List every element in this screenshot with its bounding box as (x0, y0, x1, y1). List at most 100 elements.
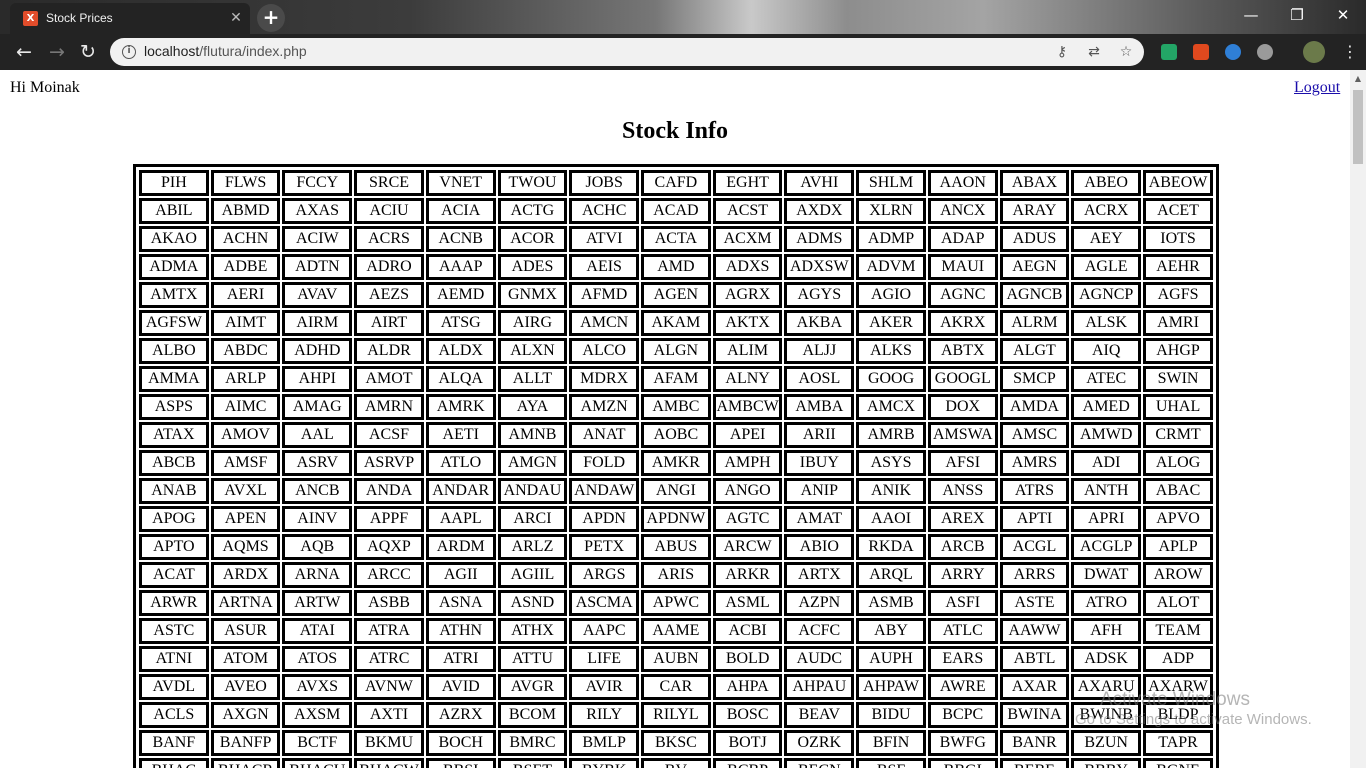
stock-row: ANAB AVXL ANCB ANDA ANDAR ANDAU ANDAW ANGI ANGO A… (139, 478, 1213, 504)
minimize-button[interactable]: — (1228, 0, 1274, 30)
stock-symbol-cell: ABDC (210, 338, 281, 364)
stock-symbol-cell: ACGLP (1071, 534, 1142, 560)
stock-symbol-cell: ATVI (569, 226, 640, 252)
stock-symbol-cell: AYA (497, 394, 568, 420)
stock-symbol-cell: AZRX (425, 702, 496, 728)
stock-symbol-cell: ARII (784, 422, 855, 448)
scroll-up-icon[interactable]: ▲ (1350, 72, 1366, 86)
stock-symbol-cell: AMMA (139, 366, 209, 392)
stock-symbol-cell: EARS (927, 646, 998, 672)
stock-symbol-cell: ASTE (999, 590, 1070, 616)
stock-symbol-cell: ARRS (999, 562, 1070, 588)
stock-symbol-cell: IOTS (1143, 226, 1213, 252)
profile-avatar[interactable] (1303, 41, 1325, 63)
stock-symbol-cell: AMRS (999, 450, 1070, 476)
stock-symbol-cell: AFSI (927, 450, 998, 476)
extension-globe-icon[interactable] (1225, 44, 1241, 60)
stock-symbol-cell: AQB (282, 534, 353, 560)
stock-symbol-cell: AVNW (354, 674, 424, 700)
stock-symbol-cell: AMCX (856, 394, 926, 420)
stock-symbol-cell: ARNA (282, 562, 353, 588)
restore-button[interactable]: ❐ (1274, 0, 1320, 30)
reload-button[interactable]: ↻ (74, 38, 102, 66)
xampp-favicon-icon: X (23, 11, 38, 26)
stock-row: APOG APEN AINV APPF AAPL ARCI APDN APDNW AGTC AMA… (139, 506, 1213, 532)
stock-symbol-cell: AHPI (282, 366, 353, 392)
stock-symbol-cell: ARLP (210, 366, 281, 392)
watermark-subtitle: Go to Settings to activate Windows. (1075, 711, 1312, 728)
stock-symbol-cell: ADSK (1071, 646, 1142, 672)
forward-button[interactable]: → (43, 38, 71, 66)
stock-symbol-cell: BKSC (641, 730, 711, 756)
stock-symbol-cell: APTI (999, 506, 1070, 532)
key-icon[interactable]: ⚷ (1052, 42, 1072, 62)
stock-symbol-cell: AHPA (712, 674, 783, 700)
stock-symbol-cell: AEIS (569, 254, 640, 280)
page-scrollbar[interactable]: ▲ (1350, 70, 1366, 768)
stock-symbol-cell: ARTW (282, 590, 353, 616)
new-tab-button[interactable]: + (257, 4, 285, 32)
stock-symbol-cell: ACGL (999, 534, 1070, 560)
stock-symbol-cell: ABTL (999, 646, 1070, 672)
extension-bulb-icon[interactable] (1257, 44, 1273, 60)
stock-symbol-cell: ALIM (712, 338, 783, 364)
stock-symbol-cell: BBSI (425, 758, 496, 768)
stock-symbol-cell: BMRC (497, 730, 568, 756)
stock-symbol-cell: AIMT (210, 310, 281, 336)
stock-symbol-cell: ASCMA (569, 590, 640, 616)
stock-symbol-cell: AKAM (641, 310, 711, 336)
stock-symbol-cell: BKMU (354, 730, 424, 756)
stock-symbol-cell: ATOM (210, 646, 281, 672)
stock-table-body: PIH FLWS FCCY SRCE VNET TWOU JOBS CAFD EGHT AVHI S… (139, 170, 1213, 768)
stock-symbol-cell: ARLZ (497, 534, 568, 560)
stock-symbol-cell: ANIP (784, 478, 855, 504)
info-icon[interactable]: i (122, 45, 136, 59)
stock-symbol-cell: ANSS (927, 478, 998, 504)
bookmark-star-icon[interactable]: ☆ (1116, 42, 1136, 62)
address-bar[interactable]: i localhost/flutura/index.php ⚷ ⇄ ☆ (110, 38, 1144, 66)
stock-symbol-cell: ALCO (569, 338, 640, 364)
stock-symbol-cell: AIRM (282, 310, 353, 336)
stock-row: ATAX AMOV AAL ACSF AETI AMNB ANAT AOBC APEI ARII A… (139, 422, 1213, 448)
url-text[interactable]: localhost/flutura/index.php (144, 43, 307, 59)
stock-symbol-cell: APDNW (641, 506, 711, 532)
stock-symbol-cell: ACIW (282, 226, 353, 252)
stock-symbol-cell: BBBY (1071, 758, 1142, 768)
stock-symbol-cell: ATOS (282, 646, 353, 672)
stock-symbol-cell: ALQA (425, 366, 496, 392)
stock-symbol-cell: ANDA (354, 478, 424, 504)
stock-symbol-cell: FOLD (569, 450, 640, 476)
browser-tab[interactable]: X Stock Prices ✕ (10, 3, 250, 34)
stock-symbol-cell: ATTU (497, 646, 568, 672)
stock-symbol-cell: AMRI (1143, 310, 1213, 336)
stock-symbol-cell: XLRN (856, 198, 926, 224)
stock-symbol-cell: ABY (856, 618, 926, 644)
stock-symbol-cell: SHLM (856, 170, 926, 196)
stock-row: ABIL ABMD AXAS ACIU ACIA ACTG ACHC ACAD ACST AXDX… (139, 198, 1213, 224)
stock-symbol-cell: ABMD (210, 198, 281, 224)
stock-symbol-cell: ANDAW (569, 478, 640, 504)
stock-row: AVDL AVEO AVXS AVNW AVID AVGR AVIR CAR AHPA AHPAU… (139, 674, 1213, 700)
stock-symbol-cell: AVID (425, 674, 496, 700)
stock-symbol-cell: APWC (641, 590, 711, 616)
stock-symbol-cell: ASNA (425, 590, 496, 616)
close-tab-icon[interactable]: ✕ (227, 9, 245, 27)
stock-symbol-cell: AXDX (784, 198, 855, 224)
stock-symbol-cell: BMLP (569, 730, 640, 756)
stock-symbol-cell: AAPC (569, 618, 640, 644)
menu-dots-icon[interactable]: ⋮ (1336, 38, 1364, 66)
logout-link[interactable]: Logout (1294, 79, 1340, 97)
stock-symbol-cell: ALJJ (784, 338, 855, 364)
back-button[interactable]: ← (10, 38, 38, 66)
stock-symbol-cell: AXAR (999, 674, 1070, 700)
stock-symbol-cell: BV (641, 758, 711, 768)
translate-icon[interactable]: ⇄ (1084, 42, 1104, 62)
stock-symbol-cell: ANGI (641, 478, 711, 504)
extension-office-icon[interactable] (1193, 44, 1209, 60)
scrollbar-thumb[interactable] (1353, 90, 1363, 164)
extension-sheets-icon[interactable] (1161, 44, 1177, 60)
stock-symbol-cell: BCBP (712, 758, 783, 768)
close-window-button[interactable]: ✕ (1320, 0, 1366, 30)
stock-symbol-cell: AOBC (641, 422, 711, 448)
stock-symbol-cell: AFMD (569, 282, 640, 308)
